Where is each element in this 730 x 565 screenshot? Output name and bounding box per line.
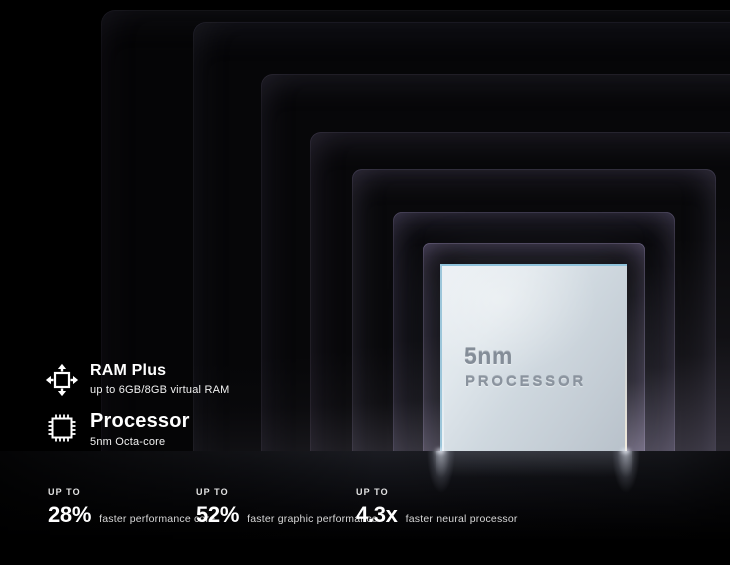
glow-strip — [715, 200, 730, 451]
glow-strip — [393, 340, 423, 451]
chip-edge-highlight — [442, 368, 444, 451]
glow-strip — [675, 238, 715, 451]
stat-prefix: UP TO — [48, 487, 215, 497]
feature-title: RAM Plus — [90, 362, 230, 380]
promo-canvas: 5nm PROCESSOR RAM Plus up to 6GB/8GB vir… — [0, 0, 730, 565]
feature-ram-plus: RAM Plus up to 6GB/8GB virtual RAM — [44, 362, 230, 398]
chip-under-glow — [436, 451, 632, 477]
stat-performance-core: UP TO 28% faster performance core — [48, 487, 215, 528]
stat-prefix: UP TO — [356, 487, 518, 497]
stat-graphic-performance: UP TO 52% faster graphic performance — [196, 487, 378, 528]
feature-subtitle: up to 6GB/8GB virtual RAM — [90, 384, 230, 396]
feature-text: RAM Plus up to 6GB/8GB virtual RAM — [90, 362, 230, 396]
feature-processor: Processor 5nm Octa-core — [44, 410, 190, 448]
glow-strip — [627, 295, 645, 451]
feature-title: Processor — [90, 410, 190, 432]
glow-strip — [261, 355, 310, 451]
processor-chip: 5nm PROCESSOR — [440, 264, 627, 451]
ram-expand-icon — [44, 362, 80, 398]
feature-subtitle: 5nm Octa-core — [90, 436, 190, 448]
chip-size-label: 5nm — [464, 343, 513, 370]
stat-row: 28% faster performance core — [48, 502, 215, 528]
spotlight-dot — [621, 449, 630, 453]
stat-value: 52% — [196, 502, 239, 528]
stat-value: 4.3x — [356, 502, 398, 528]
processor-chip-icon — [44, 410, 80, 446]
spotlight-glow — [606, 451, 646, 511]
glow-strip — [352, 345, 393, 451]
stat-label: faster neural processor — [406, 513, 518, 525]
stat-prefix: UP TO — [196, 487, 378, 497]
spotlight-dot — [436, 449, 445, 453]
chip-type-label: PROCESSOR — [465, 373, 586, 390]
glow-strip — [645, 265, 675, 451]
stat-row: 52% faster graphic performance — [196, 502, 378, 528]
stat-row: 4.3x faster neural processor — [356, 502, 518, 528]
glow-strip — [310, 350, 352, 451]
stat-neural-processor: UP TO 4.3x faster neural processor — [356, 487, 518, 528]
stat-value: 28% — [48, 502, 91, 528]
feature-text: Processor 5nm Octa-core — [90, 410, 190, 448]
glow-strip — [423, 335, 440, 451]
chip-edge-highlight — [625, 331, 627, 451]
